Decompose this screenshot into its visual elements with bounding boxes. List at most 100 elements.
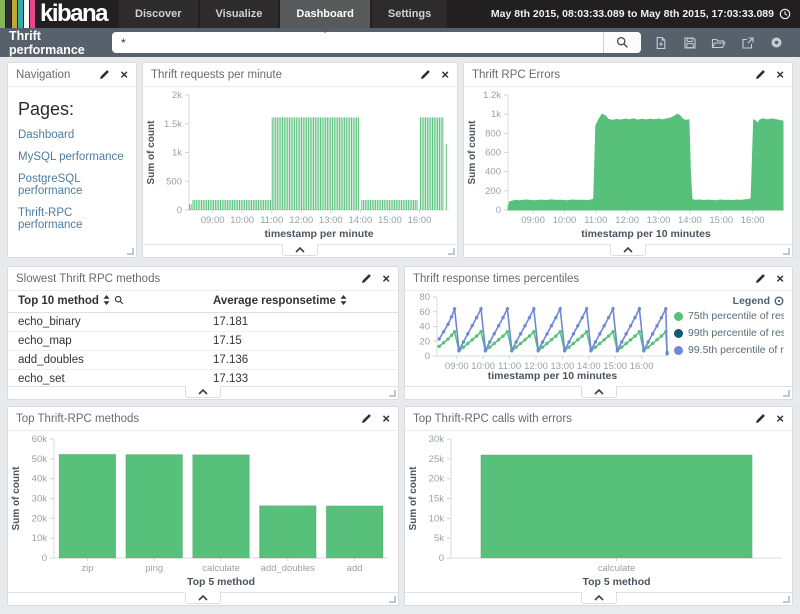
legend-item[interactable]: 99.5th percentile of re... [674, 344, 784, 356]
svg-text:20: 20 [419, 336, 430, 347]
share-dashboard-button[interactable] [733, 28, 762, 57]
toolbar-actions [646, 28, 791, 57]
close-panel-button[interactable]: × [120, 68, 128, 81]
legend-label: 99th percentile of resp... [688, 327, 784, 339]
edit-panel-button[interactable] [755, 413, 766, 424]
query-input[interactable] [112, 32, 603, 53]
legend-item[interactable]: 99th percentile of resp... [674, 327, 784, 339]
nav-tab-dashboard[interactable]: Dashboard [280, 0, 369, 28]
nav-tab-discover[interactable]: Discover [119, 0, 197, 28]
new-dashboard-button[interactable] [646, 28, 675, 57]
page-link-thrift-rpc-performance[interactable]: Thrift-RPC performance [18, 207, 126, 231]
close-panel-button[interactable]: × [441, 68, 449, 81]
edit-panel-button[interactable] [361, 413, 372, 424]
svg-text:40k: 40k [32, 474, 48, 485]
svg-text:Top 5 method: Top 5 method [187, 576, 255, 588]
panel-resize-handle[interactable] [783, 596, 790, 603]
save-dashboard-button[interactable] [675, 28, 704, 57]
svg-text:1k: 1k [491, 109, 501, 120]
panel-top-errors: Top Thrift-RPC calls with errors × 05k10… [404, 406, 793, 606]
edit-panel-button[interactable] [361, 273, 372, 284]
table-row: echo_binary17.181 [8, 313, 398, 332]
table-cell: 17.15 [203, 332, 398, 351]
column-header[interactable]: Top 10 method [8, 291, 203, 313]
page-link-dashboard[interactable]: Dashboard [18, 129, 126, 141]
panel-resize-handle[interactable] [127, 248, 134, 255]
table-cell: echo_set [8, 370, 203, 387]
collapse-panel-button[interactable] [581, 592, 617, 604]
svg-text:10k: 10k [32, 533, 48, 544]
close-panel-button[interactable]: × [382, 412, 390, 425]
close-panel-button[interactable]: × [776, 68, 784, 81]
column-header[interactable]: Average responsetime [203, 291, 398, 313]
gear-icon [770, 36, 783, 49]
logo-stripe [18, 0, 23, 28]
search-icon [616, 36, 629, 49]
edit-panel-button[interactable] [755, 69, 766, 80]
nav-tab-visualize[interactable]: Visualize [200, 0, 279, 28]
svg-text:400: 400 [485, 167, 501, 178]
svg-text:Sum of count: Sum of count [146, 120, 157, 185]
svg-text:20k: 20k [429, 474, 445, 485]
svg-text:1.2k: 1.2k [483, 90, 501, 101]
close-panel-button[interactable]: × [776, 412, 784, 425]
svg-text:13:00: 13:00 [319, 215, 343, 226]
close-panel-button[interactable]: × [382, 272, 390, 285]
top-methods-chart: 010k20k30k40k50k60kSum of countTop 5 met… [8, 431, 398, 592]
legend-label: 75th percentile of resp... [688, 310, 784, 322]
chart-legend: Legend 75th percentile of resp...99th pe… [674, 291, 792, 386]
svg-text:09:00: 09:00 [521, 215, 545, 226]
panel-resize-handle[interactable] [389, 390, 396, 397]
save-icon [683, 36, 697, 50]
collapse-panel-button[interactable] [581, 386, 617, 398]
close-panel-button[interactable]: × [776, 272, 784, 285]
page-link-postgresql-performance[interactable]: PostgreSQL performance [18, 173, 126, 197]
load-dashboard-button[interactable] [704, 28, 733, 57]
svg-text:11:00: 11:00 [584, 215, 607, 226]
logo-stripe [24, 0, 29, 28]
sort-icon[interactable] [103, 295, 110, 305]
collapse-panel-button[interactable] [282, 244, 318, 256]
legend-item[interactable]: 75th percentile of resp... [674, 310, 784, 322]
svg-text:add_doubles: add_doubles [261, 563, 316, 574]
nav-tab-settings[interactable]: Settings [372, 0, 447, 28]
kibana-logo[interactable]: kibana [0, 0, 119, 28]
panel-title: Top Thrift-RPC calls with errors [413, 413, 755, 425]
collapse-panel-button[interactable] [185, 386, 221, 398]
svg-text:200: 200 [485, 186, 501, 197]
svg-text:14:00: 14:00 [348, 215, 372, 226]
svg-text:16:00: 16:00 [630, 361, 654, 372]
svg-text:0: 0 [496, 205, 501, 216]
panel-resize-handle[interactable] [783, 390, 790, 397]
options-button[interactable] [762, 28, 791, 57]
svg-text:15k: 15k [429, 494, 445, 505]
pencil-icon [361, 273, 372, 284]
table-cell: add_doubles [8, 351, 203, 370]
panel-response-percentiles: Thrift response times percentiles × 0204… [404, 266, 793, 400]
legend-settings-icon[interactable] [774, 296, 784, 306]
legend-color-dot [674, 329, 683, 338]
svg-text:1.5k: 1.5k [164, 119, 182, 130]
svg-text:1k: 1k [172, 148, 182, 159]
rpc-errors-chart: 02004006008001k1.2kSum of count09:0010:0… [464, 87, 792, 244]
collapse-panel-button[interactable] [610, 244, 646, 256]
edit-panel-button[interactable] [420, 69, 431, 80]
panel-resize-handle[interactable] [783, 248, 790, 255]
collapse-panel-button[interactable] [185, 592, 221, 604]
search-button[interactable] [603, 32, 641, 53]
edit-panel-button[interactable] [755, 273, 766, 284]
panel-title: Thrift requests per minute [151, 69, 420, 81]
edit-panel-button[interactable] [99, 69, 110, 80]
panel-resize-handle[interactable] [448, 248, 455, 255]
time-picker[interactable]: May 8th 2015, 08:03:33.089 to May 8th 20… [491, 0, 800, 28]
svg-text:13:00: 13:00 [647, 215, 671, 226]
svg-text:calculate: calculate [202, 563, 240, 574]
svg-text:12:00: 12:00 [289, 215, 313, 226]
panel-resize-handle[interactable] [389, 596, 396, 603]
sort-icon[interactable] [340, 295, 347, 305]
search-icon[interactable] [114, 295, 124, 305]
legend-label: 99.5th percentile of re... [688, 344, 784, 356]
panel-title: Navigation [16, 69, 99, 81]
svg-text:0: 0 [177, 205, 182, 216]
page-link-mysql-performance[interactable]: MySQL performance [18, 151, 126, 163]
